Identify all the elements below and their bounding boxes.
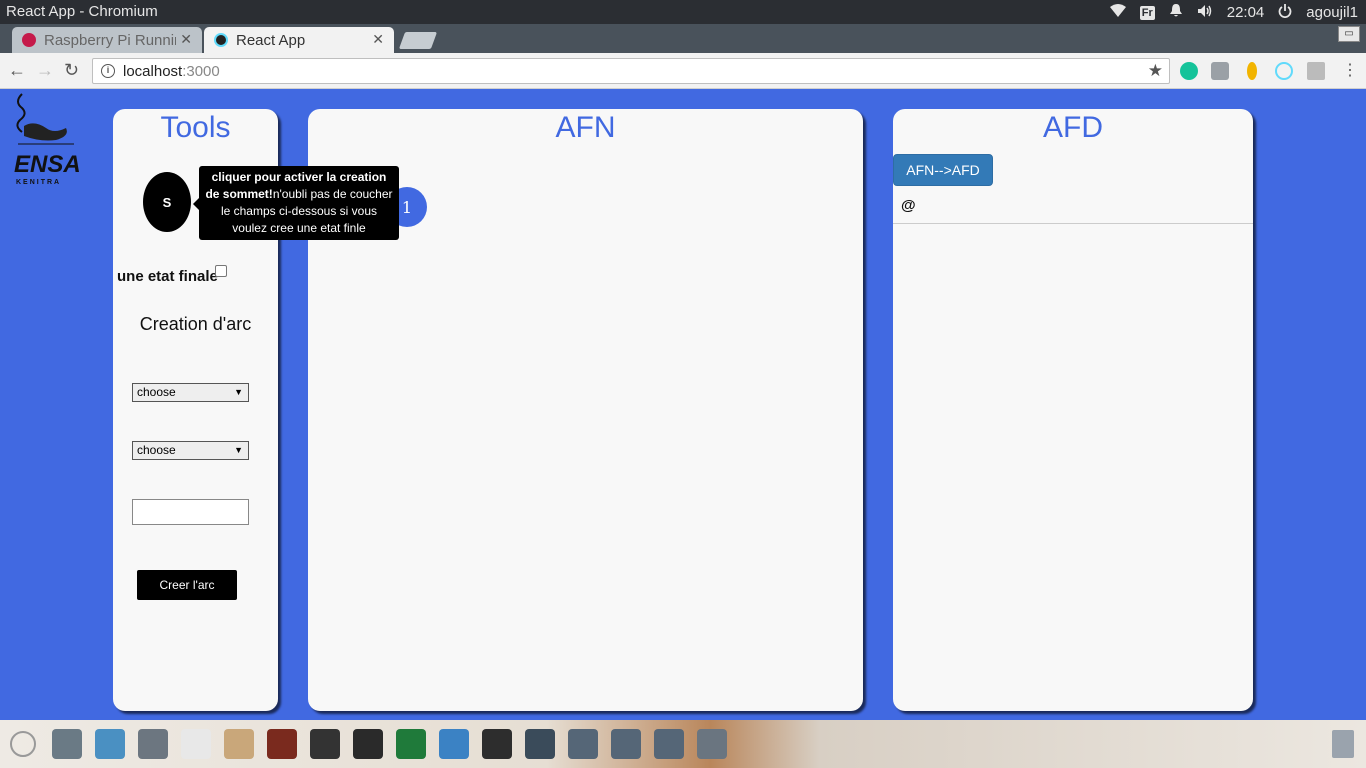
- tools-title: Tools: [160, 111, 231, 144]
- lightbulb-icon[interactable]: [1247, 62, 1257, 80]
- raspberry-favicon-icon: [22, 33, 36, 47]
- forward-arrow-icon[interactable]: →: [36, 60, 54, 81]
- reload-icon[interactable]: ↻: [64, 60, 79, 81]
- url-port: :3000: [182, 62, 220, 80]
- afn-title: AFN: [555, 111, 616, 144]
- close-icon[interactable]: ✕: [372, 31, 384, 48]
- afd-title: AFD: [1043, 111, 1103, 144]
- clock[interactable]: 22:04: [1227, 4, 1265, 21]
- text-editor-icon[interactable]: [181, 729, 211, 759]
- grammarly-icon[interactable]: [1180, 62, 1198, 80]
- bookmark-star-icon[interactable]: ★: [1148, 61, 1163, 81]
- app-launcher-icon[interactable]: [10, 731, 36, 757]
- trash-icon[interactable]: [1332, 730, 1354, 758]
- arc-creation-title: Creation d'arc: [139, 314, 252, 334]
- url-host: localhost: [123, 62, 183, 80]
- react-favicon-icon: [214, 33, 228, 47]
- book-icon[interactable]: [267, 729, 297, 759]
- react-devtools-icon[interactable]: [1275, 62, 1293, 80]
- address-bar[interactable]: i localhost:3000 ★: [92, 58, 1170, 84]
- chromium-icon[interactable]: [439, 729, 469, 759]
- final-state-checkbox[interactable]: [215, 265, 227, 277]
- afd-panel: AFD AFN-->AFD @: [893, 109, 1253, 711]
- user-name[interactable]: agoujil1: [1306, 4, 1358, 21]
- notification-bell-icon[interactable]: [1169, 3, 1183, 22]
- extension-icon[interactable]: [1307, 62, 1325, 80]
- archive-icon[interactable]: [224, 729, 254, 759]
- final-state-label: une etat finale: [117, 268, 218, 285]
- browser-toolbar: ← → ↻ i localhost:3000 ★ ⋮: [0, 53, 1366, 89]
- files-icon[interactable]: [52, 729, 82, 759]
- afd-table-row: @: [901, 197, 916, 214]
- power-icon[interactable]: [1278, 3, 1292, 22]
- back-arrow-icon[interactable]: ←: [8, 60, 26, 81]
- svg-text:ENSA: ENSA: [14, 151, 81, 178]
- arc-source-select[interactable]: choose: [132, 383, 249, 402]
- close-icon[interactable]: ✕: [180, 31, 192, 48]
- window-restore-button[interactable]: ▭: [1338, 26, 1360, 42]
- software-store-icon[interactable]: [95, 729, 125, 759]
- divider: [893, 223, 1253, 224]
- tab-react-app[interactable]: React App ✕: [204, 27, 394, 53]
- create-sommet-button[interactable]: S: [143, 172, 191, 232]
- tab-label: React App: [236, 31, 306, 49]
- window-title: React App - Chromium: [6, 3, 158, 20]
- svg-text:KENITRA: KENITRA: [16, 179, 61, 186]
- system-monitor-icon[interactable]: [396, 729, 426, 759]
- new-tab-button[interactable]: [398, 32, 438, 49]
- info-icon[interactable]: i: [101, 64, 115, 78]
- tab-label: Raspberry Pi Runnin: [44, 31, 176, 49]
- wifi-icon[interactable]: [1109, 3, 1126, 22]
- volume-icon[interactable]: [1197, 4, 1213, 22]
- sublime-text-icon[interactable]: [482, 729, 512, 759]
- terminal-icon[interactable]: [525, 729, 555, 759]
- ensa-logo: ENSA KENITRA: [10, 92, 86, 188]
- taskbar: [0, 720, 1366, 768]
- disk-icon[interactable]: [611, 729, 641, 759]
- sommet-tooltip: cliquer pour activer la creation de somm…: [193, 166, 399, 240]
- system-tray: Fr 22:04 agoujil1: [1109, 3, 1358, 22]
- afn-to-afd-button[interactable]: AFN-->AFD: [893, 154, 993, 186]
- server-icon[interactable]: [697, 729, 727, 759]
- disk-icon[interactable]: [654, 729, 684, 759]
- extension-icon[interactable]: [1211, 62, 1229, 80]
- inkscape-icon[interactable]: [310, 729, 340, 759]
- os-top-bar: React App - Chromium Fr 22:04 agoujil1: [0, 0, 1366, 24]
- keyboard-layout-badge[interactable]: Fr: [1139, 5, 1155, 20]
- tab-bar: Raspberry Pi Runnin ✕ React App ✕ ▭: [0, 24, 1366, 53]
- create-arc-button[interactable]: Creer l'arc: [137, 570, 237, 600]
- disk-icon[interactable]: [568, 729, 598, 759]
- arc-label-input[interactable]: [132, 499, 249, 525]
- menu-icon[interactable]: ⋮: [1342, 60, 1358, 80]
- tab-raspberry-pi[interactable]: Raspberry Pi Runnin ✕: [12, 27, 202, 53]
- chess-icon[interactable]: [353, 729, 383, 759]
- arc-target-select[interactable]: choose: [132, 441, 249, 460]
- settings-icon[interactable]: [138, 729, 168, 759]
